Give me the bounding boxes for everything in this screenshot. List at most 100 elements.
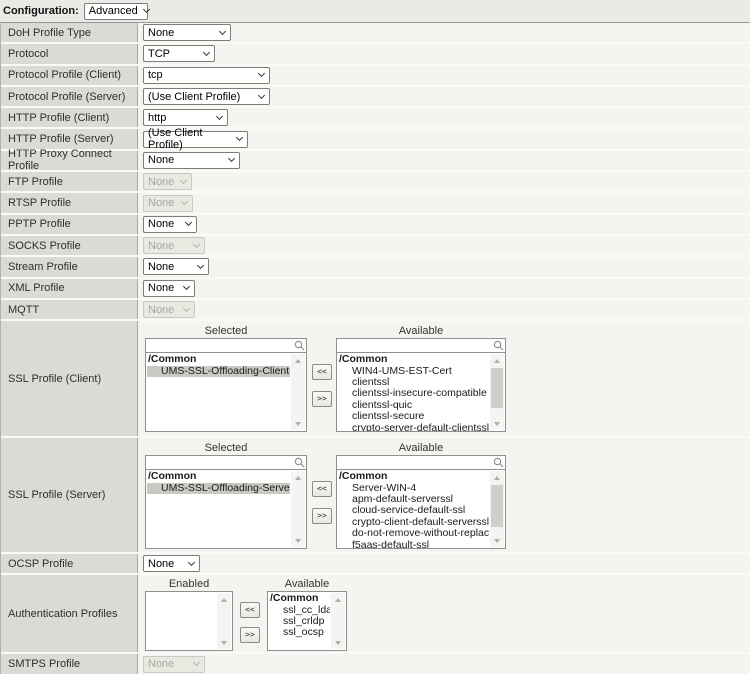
pptp-profile-select[interactable]: None	[143, 216, 197, 233]
list-item[interactable]: crypto-server-default-clientssl	[338, 423, 489, 433]
row-ssl-profile-client: SSL Profile (Client) Selected /Common UM…	[1, 321, 750, 438]
scrollbar[interactable]	[490, 471, 504, 547]
chevron-down-icon	[183, 304, 190, 311]
move-to-enabled-button[interactable]: <<	[240, 602, 260, 618]
ssl-server-available-listbox[interactable]: /Common Server-WIN-4 apm-default-servers…	[336, 469, 506, 549]
list-item[interactable]: crypto-client-default-serverssl	[338, 517, 489, 528]
scroll-up-button[interactable]	[490, 354, 504, 367]
move-to-available-button[interactable]: >>	[312, 391, 332, 407]
http-proxy-connect-profile-select[interactable]: None	[143, 152, 240, 169]
list-item[interactable]: clientssl	[338, 377, 489, 388]
ssl-server-selected-listbox[interactable]: /Common UMS-SSL-Offloading-Server-Profil…	[145, 469, 307, 549]
scroll-up-button[interactable]	[331, 593, 345, 606]
select-value: None	[148, 240, 174, 252]
profiles-form-table: DoH Profile Type None Protocol TCP Proto…	[0, 22, 750, 674]
ssl-client-available-searchbox	[336, 338, 506, 353]
list-item-selected[interactable]: UMS-SSL-Offloading-Client-Profile	[147, 366, 290, 377]
scroll-down-button[interactable]	[490, 417, 504, 430]
scroll-up-button[interactable]	[490, 471, 504, 484]
list-item[interactable]: do-not-remove-without-replacement	[338, 528, 489, 539]
auth-move-buttons: << >>	[240, 602, 260, 643]
doh-profile-type-select[interactable]: None	[143, 24, 231, 41]
search-icon	[493, 340, 504, 351]
ssl-client-available-filter-input[interactable]	[336, 338, 506, 353]
http-profile-client-select[interactable]: http	[143, 109, 228, 126]
arrow-up-icon	[221, 598, 227, 602]
scroll-down-button[interactable]	[217, 636, 231, 649]
list-item[interactable]: cloud-service-default-ssl	[338, 505, 489, 516]
list-item-selected[interactable]: UMS-SSL-Offloading-Server-Profile	[147, 483, 290, 494]
scroll-down-button[interactable]	[490, 534, 504, 547]
list-item[interactable]: Server-WIN-4	[338, 483, 489, 494]
arrow-up-icon	[494, 359, 500, 363]
move-to-selected-button[interactable]: <<	[312, 481, 332, 497]
scroll-down-button[interactable]	[291, 534, 305, 547]
label-rtsp-profile: RTSP Profile	[1, 193, 138, 212]
list-item[interactable]: apm-default-serverssl	[338, 494, 489, 505]
ssl-server-available-picker: Available /Common Server-WIN-4 apm-defau…	[336, 442, 506, 549]
scroll-up-button[interactable]	[291, 471, 305, 484]
stream-profile-select[interactable]: None	[143, 258, 209, 275]
scrollbar[interactable]	[331, 593, 345, 649]
select-value: (Use Client Profile)	[148, 91, 240, 103]
scrollbar-thumb[interactable]	[491, 485, 503, 527]
list-item[interactable]: WIN4-UMS-EST-Cert	[338, 366, 489, 377]
scroll-up-button[interactable]	[217, 593, 231, 606]
move-to-available-button[interactable]: >>	[312, 508, 332, 524]
row-ssl-profile-server: SSL Profile (Server) Selected /Common UM…	[1, 438, 750, 554]
ssl-client-available-listbox[interactable]: /Common WIN4-UMS-EST-Cert clientssl clie…	[336, 352, 506, 432]
socks-profile-select: None	[143, 237, 205, 254]
scrollbar[interactable]	[217, 593, 231, 649]
ssl-client-selected-listbox[interactable]: /Common UMS-SSL-Offloading-Client-Profil…	[145, 352, 307, 432]
ssl-client-selected-searchbox	[145, 338, 307, 353]
list-item[interactable]: clientssl-quic	[338, 400, 489, 411]
scrollbar-thumb[interactable]	[491, 368, 503, 408]
move-to-available-button[interactable]: >>	[240, 627, 260, 643]
chevron-down-icon	[180, 177, 187, 184]
scrollbar[interactable]	[291, 471, 305, 547]
available-header: Available	[267, 578, 347, 591]
select-value: None	[148, 282, 174, 294]
chevron-down-icon	[258, 91, 265, 98]
protocol-select[interactable]: TCP	[143, 45, 215, 62]
search-icon	[294, 457, 305, 468]
list-item[interactable]: ssl_ocsp	[269, 627, 330, 638]
ssl-server-selected-filter-input[interactable]	[145, 455, 307, 470]
ssl-server-selected-picker: Selected /Common UMS-SSL-Offloading-Serv…	[145, 442, 307, 549]
select-value: TCP	[148, 48, 170, 60]
protocol-profile-client-select[interactable]: tcp	[143, 67, 270, 84]
list-item[interactable]: ssl_crldp	[269, 616, 330, 627]
ssl-server-available-filter-input[interactable]	[336, 455, 506, 470]
row-mqtt: MQTT None	[1, 300, 750, 321]
list-item[interactable]: clientssl-insecure-compatible	[338, 388, 489, 399]
http-profile-server-select[interactable]: (Use Client Profile)	[143, 131, 248, 148]
ocsp-profile-select[interactable]: None	[143, 555, 200, 572]
auth-enabled-picker: Enabled	[145, 578, 233, 651]
label-xml-profile: XML Profile	[1, 279, 138, 298]
label-protocol-profile-client: Protocol Profile (Client)	[1, 66, 138, 85]
list-item[interactable]: clientssl-secure	[338, 411, 489, 422]
label-ssl-profile-client: SSL Profile (Client)	[1, 321, 138, 436]
row-protocol: Protocol TCP	[1, 44, 750, 65]
select-value: tcp	[148, 69, 163, 81]
auth-enabled-listbox[interactable]	[145, 591, 233, 651]
scroll-down-button[interactable]	[291, 417, 305, 430]
scrollbar[interactable]	[291, 354, 305, 430]
arrow-down-icon	[494, 422, 500, 426]
scroll-up-button[interactable]	[291, 354, 305, 367]
arrow-down-icon	[494, 539, 500, 543]
ssl-client-selected-filter-input[interactable]	[145, 338, 307, 353]
list-item[interactable]: ssl_cc_ldap	[269, 605, 330, 616]
label-doh-profile-type: DoH Profile Type	[1, 23, 138, 42]
ssl-server-selected-searchbox	[145, 455, 307, 470]
auth-available-listbox[interactable]: /Common ssl_cc_ldap ssl_crldp ssl_ocsp	[267, 591, 347, 651]
xml-profile-select[interactable]: None	[143, 280, 195, 297]
select-value: None	[148, 176, 174, 188]
scrollbar[interactable]	[490, 354, 504, 430]
label-socks-profile: SOCKS Profile	[1, 236, 138, 255]
move-to-selected-button[interactable]: <<	[312, 364, 332, 380]
protocol-profile-server-select[interactable]: (Use Client Profile)	[143, 88, 270, 105]
scroll-down-button[interactable]	[331, 636, 345, 649]
configuration-select[interactable]: Advanced	[84, 3, 148, 20]
list-item[interactable]: f5aas-default-ssl	[338, 540, 489, 550]
